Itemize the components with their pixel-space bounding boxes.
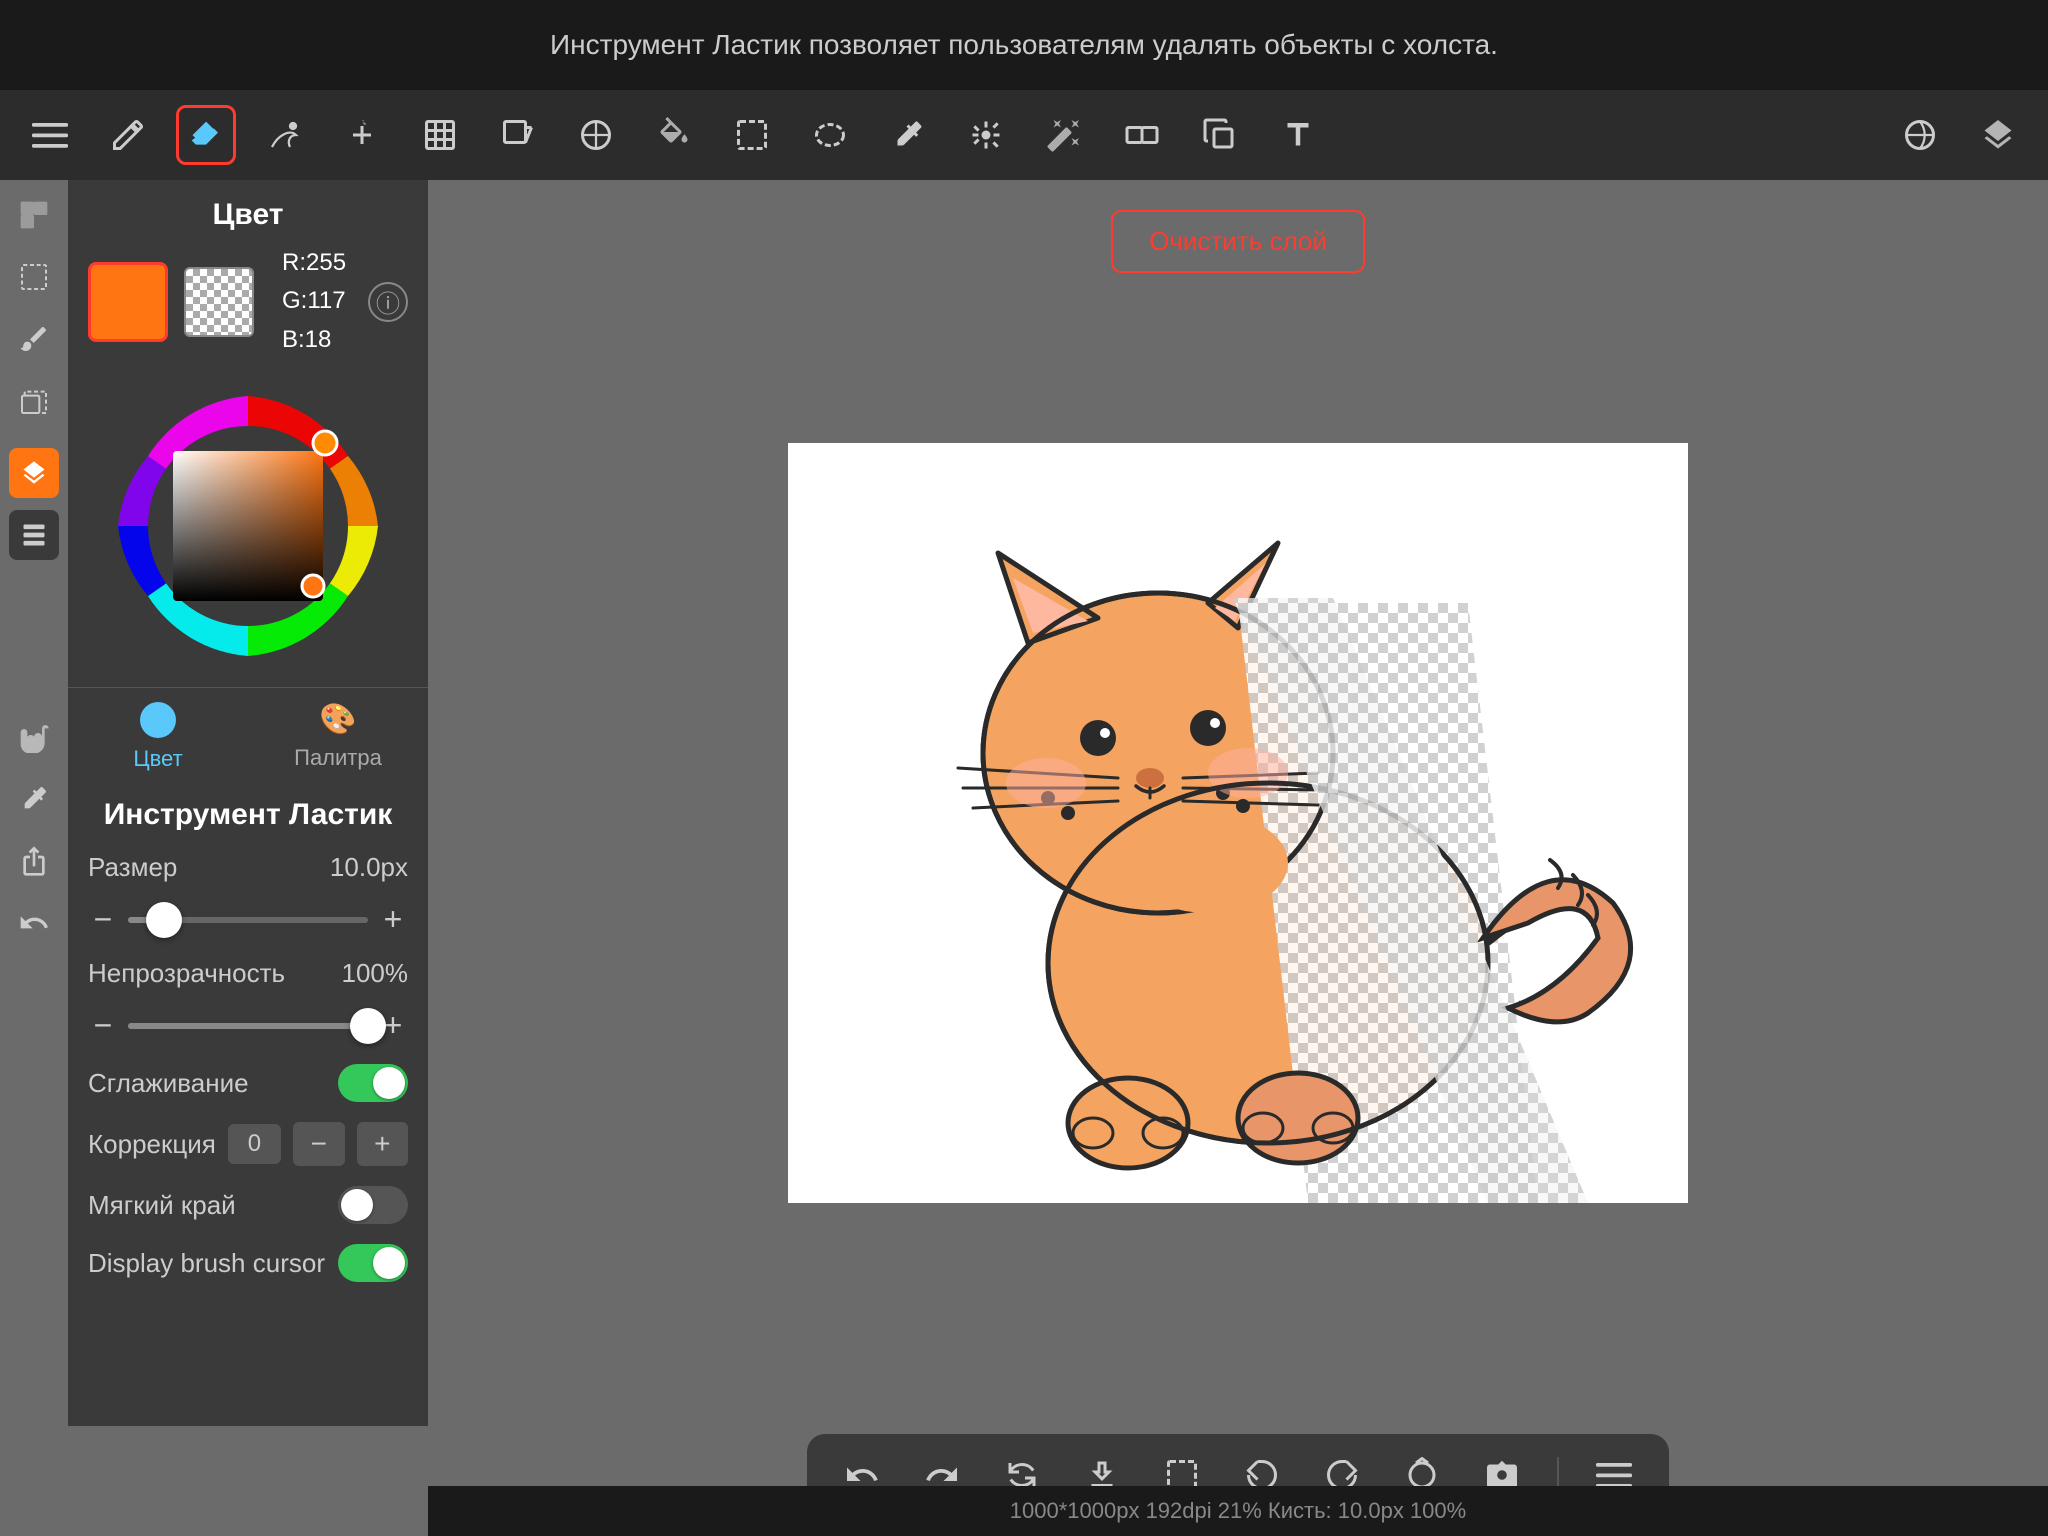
color-g: G:117 — [282, 282, 346, 320]
correction-value: 0 — [228, 1124, 281, 1164]
color-tab-icon — [140, 702, 176, 738]
color-wheel-container[interactable] — [68, 371, 428, 687]
correction-increase-button[interactable]: + — [357, 1122, 408, 1166]
size-label: Размер — [88, 852, 218, 883]
correction-label: Коррекция — [88, 1129, 216, 1160]
size-value: 10.0px — [328, 852, 408, 883]
layer-stack-button[interactable] — [9, 510, 59, 560]
opacity-label: Непрозрачность — [88, 958, 285, 989]
opacity-setting-row: Непрозрачность 100% — [88, 958, 408, 989]
color-swatches: R:255 G:117 B:18 ⓘ — [68, 244, 428, 371]
color-wheel-svg[interactable] — [103, 381, 393, 671]
correction-row: Коррекция 0 − + — [88, 1122, 408, 1166]
display-brush-cursor-row: Display brush cursor — [88, 1244, 408, 1282]
opacity-slider[interactable] — [128, 1023, 368, 1029]
color-wheel[interactable] — [103, 381, 393, 671]
palette-tab-label: Палитра — [294, 745, 382, 771]
canvas-area: Очистить слой — [428, 180, 2048, 1426]
layers-panel-button[interactable] — [9, 190, 59, 240]
smoothing-toggle-thumb — [373, 1067, 405, 1099]
left-tool-strip — [0, 180, 68, 958]
color-info-button[interactable]: ⓘ — [368, 282, 408, 322]
share-button[interactable] — [9, 836, 59, 886]
soft-edge-row: Мягкий край — [88, 1186, 408, 1224]
clear-layer-button[interactable]: Очистить слой — [1111, 210, 1365, 273]
arrange-button[interactable] — [1112, 105, 1172, 165]
display-brush-cursor-toggle[interactable] — [338, 1244, 408, 1282]
top-bar-title: Инструмент Ластик позволяет пользователя… — [550, 29, 1498, 61]
correction-decrease-button[interactable]: − — [293, 1122, 344, 1166]
transform2-button[interactable] — [488, 105, 548, 165]
tool-title: Инструмент Ластик — [88, 798, 408, 832]
menu-button[interactable] — [20, 105, 80, 165]
sidebar: Цвет R:255 G:117 B:18 ⓘ — [68, 180, 428, 1426]
color-b: B:18 — [282, 321, 346, 359]
drawing-canvas[interactable] — [788, 443, 1688, 1203]
transform-left-button[interactable] — [9, 376, 59, 426]
display-brush-cursor-toggle-thumb — [373, 1247, 405, 1279]
color-panel-title: Цвет — [68, 180, 428, 244]
secondary-color-swatch[interactable] — [184, 267, 254, 337]
selection-tool-button[interactable] — [9, 252, 59, 302]
size-slider-row: − + — [88, 901, 408, 938]
opacity-slider-row: − + — [88, 1007, 408, 1044]
hand-tool-button[interactable] — [9, 712, 59, 762]
primary-color-swatch[interactable] — [88, 262, 168, 342]
move-button[interactable] — [332, 105, 392, 165]
size-decrease-button[interactable]: − — [88, 901, 118, 938]
size-setting-row: Размер 10.0px — [88, 852, 408, 883]
eraser-button[interactable] — [176, 105, 236, 165]
smoothing-toggle[interactable] — [338, 1064, 408, 1102]
color-tab-label: Цвет — [133, 746, 182, 772]
soft-edge-toggle-thumb — [341, 1189, 373, 1221]
tab-color[interactable]: Цвет — [68, 688, 248, 782]
magic-wand-button[interactable] — [1034, 105, 1094, 165]
display-brush-cursor-label: Display brush cursor — [88, 1248, 325, 1279]
cat-illustration — [788, 443, 1688, 1203]
toolbar — [0, 90, 2048, 180]
opacity-slider-fill — [128, 1023, 368, 1029]
top-bar: Инструмент Ластик позволяет пользователя… — [0, 0, 2048, 90]
clone-button[interactable] — [1190, 105, 1250, 165]
adjustments-button[interactable] — [956, 105, 1016, 165]
pencil-button[interactable] — [98, 105, 158, 165]
eyedropper-button[interactable] — [878, 105, 938, 165]
color-r: R:255 — [282, 244, 346, 282]
status-bar: 1000*1000px 192dpi 21% Кисть: 10.0px 100… — [428, 1486, 2048, 1536]
palette-tab-icon: 🎨 — [319, 702, 356, 737]
color-tabs: Цвет 🎨 Палитра — [68, 687, 428, 782]
tool-settings: Инструмент Ластик Размер 10.0px − + Непр… — [68, 782, 428, 1318]
brush-tool-button[interactable] — [9, 314, 59, 364]
undo-button-left[interactable] — [9, 898, 59, 948]
fill-button[interactable] — [566, 105, 626, 165]
layers-button[interactable] — [1968, 105, 2028, 165]
size-increase-button[interactable]: + — [378, 901, 408, 938]
status-text: 1000*1000px 192dpi 21% Кисть: 10.0px 100… — [1010, 1498, 1466, 1524]
rect-select-button[interactable] — [722, 105, 782, 165]
text-button[interactable] — [1268, 105, 1328, 165]
tab-palette[interactable]: 🎨 Палитра — [248, 688, 428, 782]
smoothing-row: Сглаживание — [88, 1064, 408, 1102]
transform-button[interactable] — [410, 105, 470, 165]
size-slider[interactable] — [128, 917, 368, 923]
opacity-decrease-button[interactable]: − — [88, 1007, 118, 1044]
opacity-value: 100% — [328, 958, 408, 989]
soft-edge-label: Мягкий край — [88, 1190, 236, 1221]
layer-color-button[interactable] — [9, 448, 59, 498]
bucket-button[interactable] — [644, 105, 704, 165]
size-slider-thumb[interactable] — [146, 902, 182, 938]
soft-edge-toggle[interactable] — [338, 1186, 408, 1224]
eyedropper-left-button[interactable] — [9, 774, 59, 824]
color-values: R:255 G:117 B:18 — [282, 244, 346, 359]
lasso-select-button[interactable] — [800, 105, 860, 165]
opacity-slider-thumb[interactable] — [350, 1008, 386, 1044]
smudge-button[interactable] — [254, 105, 314, 165]
smoothing-label: Сглаживание — [88, 1068, 249, 1099]
globe-button[interactable] — [1890, 105, 1950, 165]
